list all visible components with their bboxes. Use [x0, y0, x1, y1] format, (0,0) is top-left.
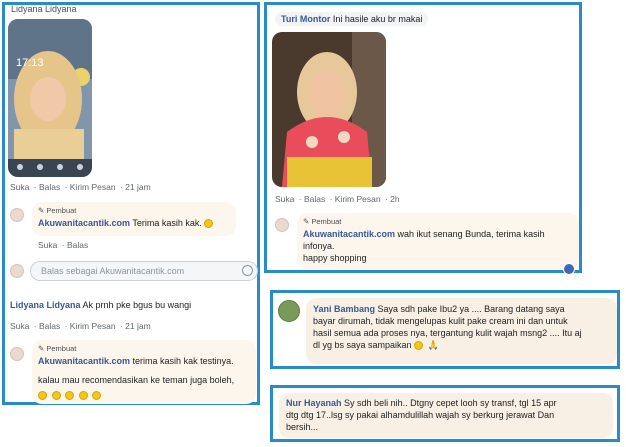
user-avatar[interactable]: [278, 300, 300, 322]
commenter-name[interactable]: Yani Bambang: [313, 304, 375, 314]
reply-bubble: ✎ Pembuat Akuwanitacantik.com Terima kas…: [32, 202, 236, 236]
selfie-image: [272, 32, 386, 187]
like-link[interactable]: Suka: [10, 182, 29, 192]
reply-link[interactable]: Balas: [39, 182, 60, 192]
phone-clock: 17:13: [16, 57, 44, 69]
reply-author[interactable]: Akuwanitacantik.com: [38, 218, 130, 228]
comment-panel-yani: Yani Bambang Saya sdh pake Ibu2 ya .... …: [270, 290, 620, 369]
comment: Lidyana Lidyana Ak prnh pke bgus bu wang…: [10, 300, 191, 310]
reply-text: Terima kasih kak.: [132, 218, 202, 228]
timestamp[interactable]: 21 jam: [125, 321, 151, 331]
page-avatar[interactable]: [10, 347, 24, 361]
commenter-name[interactable]: Lidyana Lidyana: [10, 300, 81, 310]
comment-text-2: dtg dtg 17..lsg sy pakai alhamdulillah w…: [286, 410, 555, 420]
comment-panel-turi: Turi Montor Ini hasile aku br makai Suka…: [264, 2, 582, 275]
comment-photo[interactable]: 17:13: [8, 19, 92, 177]
grin-emoji: [414, 341, 424, 351]
timestamp[interactable]: 2h: [390, 194, 399, 204]
reply-actions: Suka · Balas: [38, 240, 89, 250]
reply-text-2: kalau mau recomendasikan ke teman juga b…: [38, 375, 235, 385]
comment-panel-lidyana: Lidyana Lidyana 17:13 Suka · Balas · Kir…: [2, 2, 260, 405]
comment-actions: Suka · Balas · Kirim Pesan · 21 jam: [10, 321, 151, 331]
comment-text-3: hasil semua ada proses nya, tergantung k…: [313, 328, 582, 338]
reply-link[interactable]: Balas: [39, 321, 60, 331]
comment-text: Ak prnh pke bgus bu wangi: [82, 300, 192, 310]
reply-bubble: ✎ Pembuat Akuwanitacantik.com terima kas…: [32, 340, 256, 404]
send-message-link[interactable]: Kirim Pesan: [70, 182, 116, 192]
comment-actions: Suka · Balas · Kirim Pesan · 2h: [275, 194, 400, 204]
reply-input[interactable]: Balas sebagai Akuwanitacantik.com: [30, 261, 258, 281]
page-avatar: [10, 264, 24, 278]
reply-text: wah ikut senang Bunda, terima kasih: [397, 229, 545, 239]
comment-photo[interactable]: [272, 32, 386, 187]
reply-bubble: ✎ Pembuat Akuwanitacantik.com wah ikut s…: [297, 213, 579, 275]
like-link[interactable]: Suka: [10, 321, 29, 331]
praying-hands-emoji: 🙏: [427, 340, 439, 350]
comment-actions: Suka · Balas · Kirim Pesan · 21 jam: [10, 182, 151, 192]
commenter-name[interactable]: Turi Montor: [281, 14, 330, 24]
reply-text-3: happy shopping: [303, 253, 367, 263]
selfie-image: [8, 19, 92, 177]
commenter-name[interactable]: Lidyana Lidyana: [11, 4, 77, 14]
timestamp[interactable]: 21 jam: [125, 182, 151, 192]
comment-text-1: Saya sdh pake Ibu2 ya .... Barang datang…: [377, 304, 565, 314]
smile-emoji: [38, 391, 47, 401]
reply-text-2: infonya.: [303, 241, 335, 251]
reply-author[interactable]: Akuwanitacantik.com: [303, 229, 395, 239]
comment: Turi Montor Ini hasile aku br makai: [275, 12, 429, 26]
comment-text: Ini hasile aku br makai: [332, 14, 423, 24]
author-badge: ✎ Pembuat: [38, 206, 77, 215]
like-link[interactable]: Suka: [38, 240, 57, 250]
smile-emoji: [204, 219, 214, 229]
comment-text-4: dl yg bs saya sampaikan: [313, 340, 412, 350]
comment-panel-nur: Nur Hayanah Sy sdh beli nih.. Dtgny cepe…: [270, 385, 620, 442]
comment-bubble: Nur Hayanah Sy sdh beli nih.. Dtgny cepe…: [279, 393, 613, 438]
comment-text-2: bayar dirumah, tidak mengelupas kulit pa…: [313, 316, 568, 326]
author-badge: ✎ Pembuat: [303, 217, 342, 226]
reply-text: terima kasih kak testinya.: [132, 356, 234, 366]
reply-placeholder: Balas sebagai Akuwanitacantik.com: [41, 266, 185, 276]
reply-link[interactable]: Balas: [304, 194, 325, 204]
author-badge: ✎ Pembuat: [38, 344, 77, 353]
smile-emoji: [65, 391, 75, 401]
commenter-name[interactable]: Nur Hayanah: [286, 398, 342, 408]
reply-link[interactable]: Balas: [67, 240, 88, 250]
emoji-row: [38, 389, 250, 401]
comment-text-3: bersih...: [286, 422, 319, 432]
smile-emoji: [78, 391, 88, 401]
emoji-picker-icon[interactable]: [242, 265, 253, 276]
send-message-link[interactable]: Kirim Pesan: [70, 321, 116, 331]
comment-bubble: Yani Bambang Saya sdh pake Ibu2 ya .... …: [306, 298, 617, 364]
comment-text-1: Sy sdh beli nih.. Dtgny cepet looh sy tr…: [344, 398, 557, 408]
smile-emoji: [92, 391, 102, 401]
reply-author[interactable]: Akuwanitacantik.com: [38, 356, 130, 366]
send-message-link[interactable]: Kirim Pesan: [335, 194, 381, 204]
page-avatar[interactable]: [10, 208, 24, 222]
like-link[interactable]: Suka: [275, 194, 294, 204]
reaction-icon[interactable]: [563, 263, 575, 275]
smile-emoji: [51, 391, 61, 401]
page-avatar[interactable]: [275, 218, 289, 232]
